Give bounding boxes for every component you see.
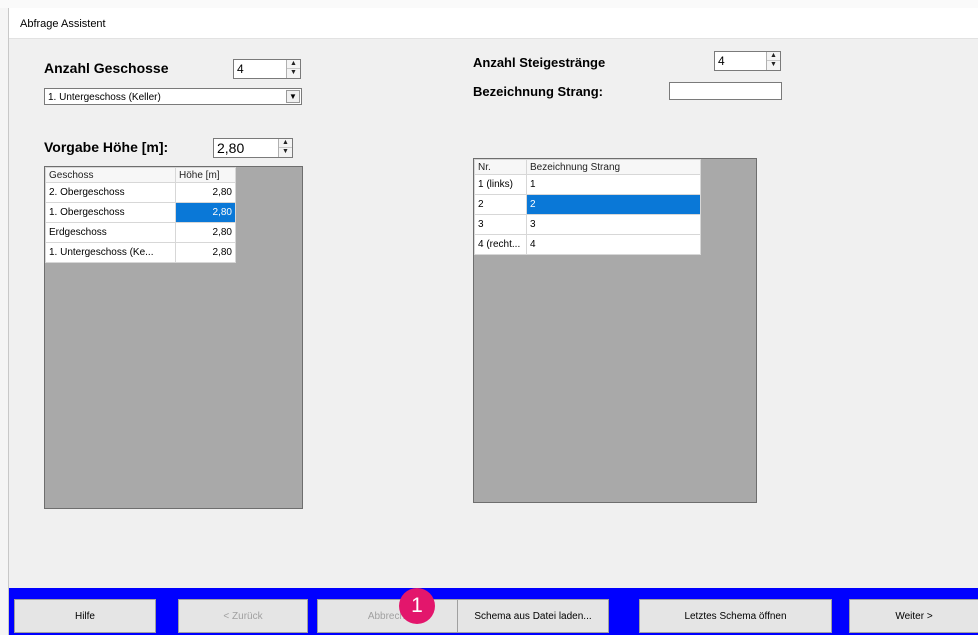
- strand-name-cell-selected[interactable]: 2: [526, 194, 701, 215]
- strand-nr-cell[interactable]: 1 (links): [474, 174, 527, 195]
- next-button[interactable]: Weiter >: [849, 599, 978, 633]
- table-row[interactable]: 2. Obergeschoss 2,80: [45, 182, 236, 203]
- table-row[interactable]: 2 2: [474, 194, 701, 215]
- spinner-down-icon[interactable]: ▼: [767, 61, 780, 70]
- floors-table: Geschoss Höhe [m] 2. Obergeschoss 2,80 1…: [45, 167, 236, 263]
- table-row[interactable]: Erdgeschoss 2,80: [45, 222, 236, 243]
- open-last-schema-button[interactable]: Letztes Schema öffnen: [639, 599, 832, 633]
- floor-height-cell-selected[interactable]: 2,80: [175, 202, 236, 223]
- risers-count-arrows: ▲ ▼: [766, 52, 780, 70]
- cancel-button[interactable]: Abbrechen: [317, 599, 467, 633]
- floor-name-cell[interactable]: 1. Untergeschoss (Ke...: [45, 242, 176, 263]
- strands-table: Nr. Bezeichnung Strang 1 (links) 1 2 2 3…: [474, 159, 701, 255]
- floors-table-header: Geschoss Höhe [m]: [45, 167, 236, 183]
- strand-name-cell[interactable]: 4: [526, 234, 701, 255]
- column-header-nr[interactable]: Nr.: [474, 159, 527, 175]
- annotation-marker: 1: [399, 588, 435, 624]
- chevron-down-icon[interactable]: ▼: [286, 90, 300, 103]
- bottom-button-bar: Hilfe < Zurück Abbrechen Schema aus Date…: [9, 588, 978, 635]
- strands-table-header: Nr. Bezeichnung Strang: [474, 159, 701, 175]
- help-button[interactable]: Hilfe: [14, 599, 156, 633]
- risers-count-label: Anzahl Steigestränge: [473, 55, 606, 70]
- title-bar: Abfrage Assistent: [9, 8, 978, 39]
- strand-name-cell[interactable]: 3: [526, 214, 701, 235]
- floors-grid[interactable]: Geschoss Höhe [m] 2. Obergeschoss 2,80 1…: [44, 166, 303, 509]
- floor-height-cell[interactable]: 2,80: [175, 182, 236, 203]
- strand-name-label: Bezeichnung Strang:: [473, 84, 604, 99]
- strand-nr-cell[interactable]: 4 (recht...: [474, 234, 527, 255]
- screen-edge: [0, 0, 978, 8]
- strand-nr-cell[interactable]: 3: [474, 214, 527, 235]
- spinner-up-icon[interactable]: ▲: [767, 52, 780, 61]
- table-row[interactable]: 1. Untergeschoss (Ke... 2,80: [45, 242, 236, 263]
- floors-count-spinner[interactable]: 4 ▲ ▼: [233, 59, 301, 79]
- table-row[interactable]: 1. Obergeschoss 2,80: [45, 202, 236, 223]
- floor-height-cell[interactable]: 2,80: [175, 222, 236, 243]
- strands-grid[interactable]: Nr. Bezeichnung Strang 1 (links) 1 2 2 3…: [473, 158, 757, 503]
- height-default-value: 2,80: [217, 140, 245, 156]
- height-default-label: Vorgabe Höhe [m]:: [44, 139, 169, 155]
- risers-count-value: 4: [718, 54, 725, 68]
- floor-name-cell[interactable]: Erdgeschoss: [45, 222, 176, 243]
- strand-name-input[interactable]: [669, 82, 782, 100]
- column-header-geschoss[interactable]: Geschoss: [45, 167, 176, 183]
- table-row[interactable]: 1 (links) 1: [474, 174, 701, 195]
- spinner-up-icon[interactable]: ▲: [287, 60, 300, 69]
- floors-count-arrows: ▲ ▼: [286, 60, 300, 78]
- floors-count-label: Anzahl Geschosse: [44, 60, 169, 76]
- spinner-down-icon[interactable]: ▼: [279, 148, 292, 157]
- risers-count-spinner[interactable]: 4 ▲ ▼: [714, 51, 781, 71]
- floor-select-value: 1. Untergeschoss (Keller): [48, 92, 161, 103]
- annotation-marker-label: 1: [411, 594, 423, 617]
- load-schema-button[interactable]: Schema aus Datei laden...: [457, 599, 609, 633]
- height-default-spinner[interactable]: 2,80 ▲ ▼: [213, 138, 293, 158]
- table-row[interactable]: 3 3: [474, 214, 701, 235]
- height-default-arrows: ▲ ▼: [278, 139, 292, 157]
- floor-height-cell[interactable]: 2,80: [175, 242, 236, 263]
- floors-count-value: 4: [237, 62, 244, 76]
- strand-name-cell[interactable]: 1: [526, 174, 701, 195]
- window-title: Abfrage Assistent: [20, 18, 106, 30]
- back-button[interactable]: < Zurück: [178, 599, 308, 633]
- strand-nr-cell[interactable]: 2: [474, 194, 527, 215]
- floor-name-cell[interactable]: 1. Obergeschoss: [45, 202, 176, 223]
- wizard-window: Abfrage Assistent Anzahl Geschosse 4 ▲ ▼…: [8, 8, 978, 635]
- spinner-down-icon[interactable]: ▼: [287, 69, 300, 78]
- table-row[interactable]: 4 (recht... 4: [474, 234, 701, 255]
- floor-select[interactable]: 1. Untergeschoss (Keller) ▼: [44, 88, 302, 105]
- floor-name-cell[interactable]: 2. Obergeschoss: [45, 182, 176, 203]
- column-header-hoehe[interactable]: Höhe [m]: [175, 167, 236, 183]
- spinner-up-icon[interactable]: ▲: [279, 139, 292, 148]
- column-header-bezeichnung[interactable]: Bezeichnung Strang: [526, 159, 701, 175]
